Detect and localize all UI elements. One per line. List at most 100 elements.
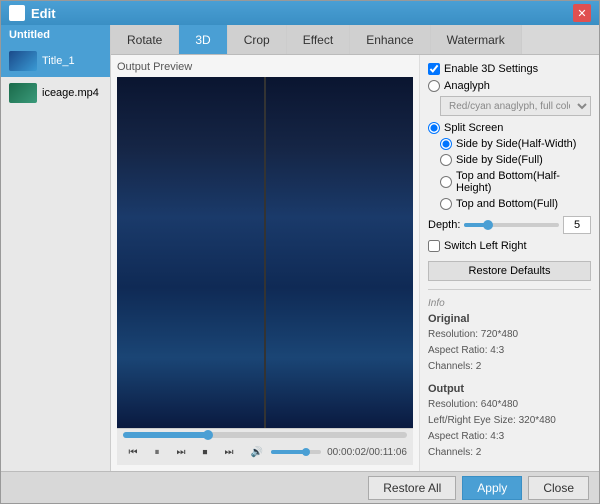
- main-area: Untitled Title_1 iceage.mp4 Rotate 3D Cr…: [1, 25, 599, 471]
- original-title: Original: [428, 313, 591, 325]
- top-full-label: Top and Bottom(Full): [456, 198, 558, 210]
- volume-fill: [271, 450, 306, 454]
- side-full-row: Side by Side(Full): [440, 154, 591, 166]
- side-full-label: Side by Side(Full): [456, 154, 543, 166]
- video-right-overlay: [266, 77, 413, 428]
- thumb-iceage: [9, 83, 37, 103]
- depth-slider[interactable]: [464, 223, 559, 227]
- tab-crop[interactable]: Crop: [228, 25, 287, 54]
- tabs: Rotate 3D Crop Effect Enhance Watermark: [111, 25, 599, 55]
- progress-bar-container[interactable]: [123, 432, 407, 438]
- close-button[interactable]: Close: [528, 476, 589, 500]
- center-area: Rotate 3D Crop Effect Enhance Watermark …: [111, 25, 599, 471]
- volume-bar[interactable]: [271, 450, 321, 454]
- right-panel: Enable 3D Settings Anaglyph Red/cyan ana…: [419, 55, 599, 471]
- split-screen-label: Split Screen: [444, 122, 503, 134]
- output-title: Output: [428, 383, 591, 395]
- sidebar-item-title1[interactable]: Title_1: [1, 45, 110, 77]
- top-half-row: Top and Bottom(Half-Height): [440, 170, 591, 194]
- depth-label: Depth:: [428, 219, 460, 231]
- title-bar: Edit ✕: [1, 1, 599, 25]
- volume-button[interactable]: 🔊: [247, 442, 267, 462]
- original-info: Original Resolution: 720*480 Aspect Rati…: [428, 313, 591, 375]
- side-half-radio[interactable]: [440, 138, 452, 150]
- next-button[interactable]: ⏭: [219, 442, 239, 462]
- split-screen-radio[interactable]: [428, 122, 440, 134]
- video-left-overlay: [117, 77, 264, 428]
- anaglyph-select[interactable]: Red/cyan anaglyph, full color: [440, 96, 591, 116]
- window-title: Edit: [31, 6, 573, 21]
- app-icon: [9, 5, 25, 21]
- anaglyph-label: Anaglyph: [444, 80, 490, 92]
- prev-button[interactable]: ⏮: [123, 442, 143, 462]
- side-full-radio[interactable]: [440, 154, 452, 166]
- sidebar: Untitled Title_1 iceage.mp4: [1, 25, 111, 471]
- restore-defaults-button[interactable]: Restore Defaults: [428, 261, 591, 281]
- progress-fill: [123, 432, 208, 438]
- video-left: [117, 77, 266, 428]
- apply-button[interactable]: Apply: [462, 476, 522, 500]
- enable-3d-label: Enable 3D Settings: [444, 63, 538, 75]
- depth-row: Depth: 5: [428, 216, 591, 234]
- divider: [428, 289, 591, 290]
- bottom-bar: Restore All Apply Close: [1, 471, 599, 503]
- tab-rotate[interactable]: Rotate: [111, 25, 179, 54]
- anaglyph-row: Anaglyph: [428, 80, 591, 92]
- top-full-radio[interactable]: [440, 198, 452, 210]
- time-display: 00:00:02/00:11:06: [327, 447, 407, 458]
- output-resolution: Resolution: 640*480: [428, 397, 591, 413]
- progress-bar[interactable]: [123, 432, 407, 438]
- preview-area: Output Preview: [111, 55, 419, 471]
- output-aspect: Aspect Ratio: 4:3: [428, 429, 591, 445]
- top-half-label: Top and Bottom(Half-Height): [456, 170, 591, 194]
- sidebar-item-iceage[interactable]: iceage.mp4: [1, 77, 110, 109]
- switch-lr-checkbox[interactable]: [428, 240, 440, 252]
- video-right: [266, 77, 413, 428]
- sidebar-title: Untitled: [1, 25, 110, 45]
- preview-video: [117, 77, 413, 428]
- split-screen-row: Split Screen: [428, 122, 591, 134]
- progress-thumb: [203, 430, 213, 440]
- tab-watermark[interactable]: Watermark: [431, 25, 522, 54]
- output-channels: Channels: 2: [428, 445, 591, 461]
- anaglyph-radio[interactable]: [428, 80, 440, 92]
- content-area: Output Preview: [111, 55, 599, 471]
- side-half-label: Side by Side(Half-Width): [456, 138, 576, 150]
- output-info: Output Resolution: 640*480 Left/Right Ey…: [428, 383, 591, 461]
- depth-value: 5: [563, 216, 591, 234]
- tab-3d[interactable]: 3D: [179, 25, 227, 54]
- restore-all-button[interactable]: Restore All: [368, 476, 456, 500]
- video-content: [117, 77, 413, 428]
- top-full-row: Top and Bottom(Full): [440, 198, 591, 210]
- switch-lr-label: Switch Left Right: [444, 240, 527, 252]
- control-buttons: ⏮ ⏸ ⏭ ⏹ ⏭ 🔊: [123, 442, 407, 462]
- thumb-title1: [9, 51, 37, 71]
- preview-label: Output Preview: [117, 61, 413, 73]
- close-window-button[interactable]: ✕: [573, 4, 591, 22]
- output-eye-size: Left/Right Eye Size: 320*480: [428, 413, 591, 429]
- video-controls: ⏮ ⏸ ⏭ ⏹ ⏭ 🔊: [117, 428, 413, 465]
- depth-slider-container[interactable]: [464, 218, 559, 232]
- enable-3d-checkbox[interactable]: [428, 63, 440, 75]
- fast-forward-button[interactable]: ⏭: [171, 442, 191, 462]
- edit-window: Edit ✕ Untitled Title_1 iceage.mp4 Rotat…: [0, 0, 600, 504]
- side-half-row: Side by Side(Half-Width): [440, 138, 591, 150]
- enable-3d-row: Enable 3D Settings: [428, 63, 591, 75]
- original-aspect: Aspect Ratio: 4:3: [428, 343, 591, 359]
- tab-effect[interactable]: Effect: [287, 25, 350, 54]
- original-channels: Channels: 2: [428, 359, 591, 375]
- top-half-radio[interactable]: [440, 176, 452, 188]
- depth-thumb: [483, 220, 493, 230]
- volume-thumb: [302, 448, 310, 456]
- switch-lr-row: Switch Left Right: [428, 240, 591, 252]
- play-button[interactable]: ⏸: [147, 442, 167, 462]
- volume-area: 🔊: [247, 442, 321, 462]
- split-options: Side by Side(Half-Width) Side by Side(Fu…: [428, 138, 591, 210]
- tab-enhance[interactable]: Enhance: [350, 25, 430, 54]
- info-section-label: Info: [428, 298, 591, 309]
- stop-button[interactable]: ⏹: [195, 442, 215, 462]
- sidebar-label-iceage: iceage.mp4: [42, 87, 99, 99]
- anaglyph-select-container: Red/cyan anaglyph, full color: [428, 96, 591, 122]
- sidebar-label-title1: Title_1: [42, 55, 75, 67]
- original-resolution: Resolution: 720*480: [428, 327, 591, 343]
